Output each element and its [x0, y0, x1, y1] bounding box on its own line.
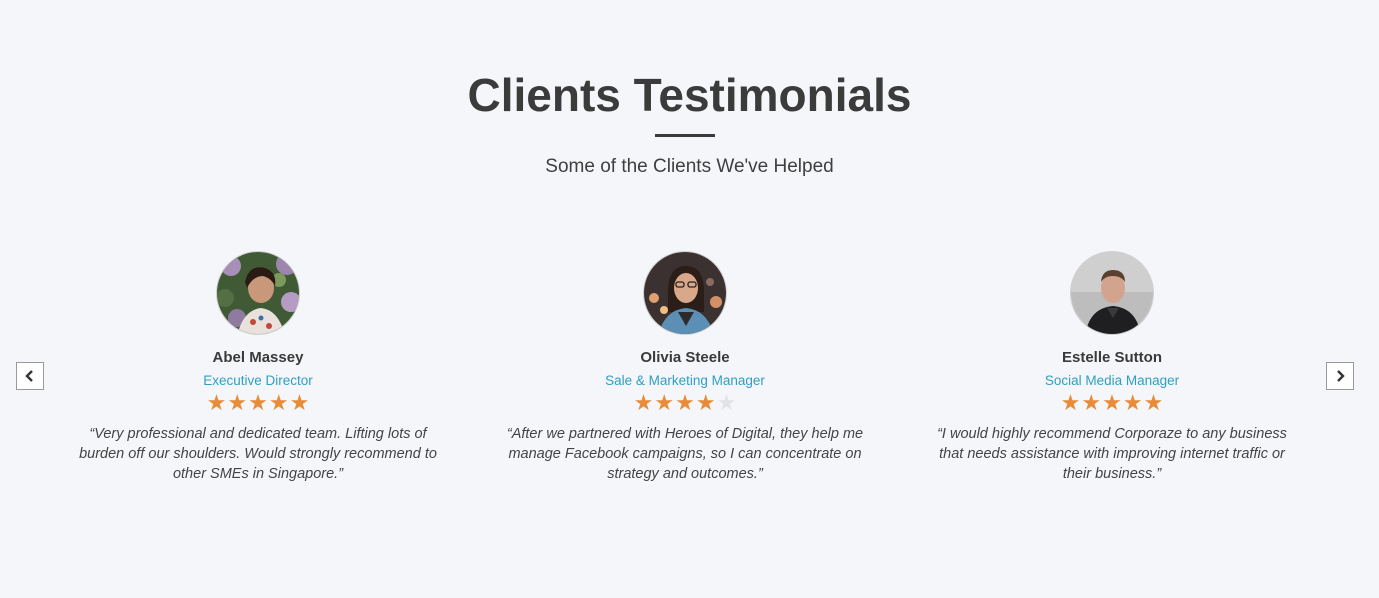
- avatar: [216, 251, 300, 335]
- carousel-next-button[interactable]: [1326, 362, 1354, 390]
- avatar: [643, 251, 727, 335]
- testimonial-card: Abel Massey Executive Director ★ ★ ★ ★ ★ “Ve…: [68, 251, 448, 484]
- client-role: Social Media Manager: [1044, 373, 1180, 388]
- star-filled-icon: ★: [695, 391, 716, 416]
- star-rating: ★ ★ ★ ★ ★: [495, 393, 875, 415]
- testimonial-quote: “Very professional and dedicated team. L…: [79, 426, 437, 482]
- star-filled-icon: ★: [633, 391, 654, 416]
- carousel-prev-button[interactable]: [16, 362, 44, 390]
- client-name: Olivia Steele: [640, 349, 730, 366]
- star-filled-icon: ★: [1081, 391, 1102, 416]
- star-filled-icon: ★: [654, 391, 675, 416]
- testimonial-quote: “I would highly recommend Corporaze to a…: [937, 426, 1287, 482]
- star-filled-icon: ★: [227, 391, 248, 416]
- title-divider: [655, 134, 715, 137]
- star-filled-icon: ★: [1143, 391, 1164, 416]
- testimonial-card: Olivia Steele Sale & Marketing Manager ★…: [495, 251, 875, 484]
- section-subtitle: Some of the Clients We've Helped: [545, 156, 834, 177]
- client-name: Estelle Sutton: [1061, 349, 1162, 366]
- star-filled-icon: ★: [206, 391, 227, 416]
- star-rating: ★ ★ ★ ★ ★: [68, 393, 448, 415]
- client-role: Sale & Marketing Manager: [605, 373, 765, 388]
- star-filled-icon: ★: [1060, 391, 1081, 416]
- star-empty-icon: ★: [716, 391, 737, 416]
- star-filled-icon: ★: [289, 391, 310, 416]
- avatar: [1070, 251, 1154, 335]
- client-role: Executive Director: [203, 373, 313, 388]
- chevron-right-icon: [1335, 370, 1345, 382]
- testimonial-quote: “After we partnered with Heroes of Digit…: [506, 426, 864, 482]
- star-filled-icon: ★: [1102, 391, 1122, 416]
- testimonial-card: Estelle Sutton Social Media Manager ★ ★ ★ ★…: [922, 251, 1302, 484]
- client-name: Abel Massey: [212, 349, 304, 366]
- star-filled-icon: ★: [248, 391, 268, 416]
- star-filled-icon: ★: [675, 391, 695, 416]
- star-filled-icon: ★: [268, 391, 289, 416]
- star-filled-icon: ★: [1122, 391, 1143, 416]
- section-title: Clients Testimonials: [467, 69, 912, 121]
- star-rating: ★ ★ ★ ★ ★: [922, 393, 1302, 415]
- chevron-left-icon: [25, 370, 35, 382]
